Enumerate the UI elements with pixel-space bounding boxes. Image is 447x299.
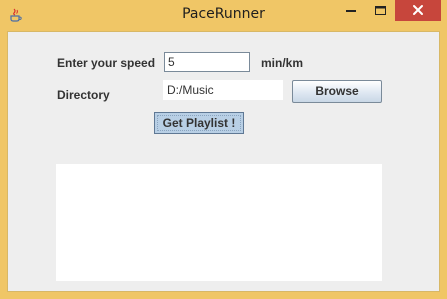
close-button[interactable] <box>395 0 441 21</box>
get-playlist-button[interactable]: Get Playlist ! <box>154 112 244 134</box>
minimize-icon <box>346 10 356 12</box>
browse-button[interactable]: Browse <box>292 80 382 103</box>
app-window: PaceRunner Enter your speed 5 min/km Dir… <box>0 0 447 299</box>
speed-unit-label: min/km <box>261 56 304 70</box>
directory-input[interactable]: D:/Music <box>163 80 283 100</box>
close-icon <box>413 5 423 15</box>
maximize-button[interactable] <box>366 0 395 21</box>
speed-label: Enter your speed <box>57 56 156 70</box>
maximize-icon <box>375 6 386 15</box>
title-bar[interactable]: PaceRunner <box>0 0 447 31</box>
minimize-button[interactable] <box>336 0 366 21</box>
directory-label: Directory <box>57 88 110 102</box>
speed-input[interactable]: 5 <box>164 52 250 72</box>
content-panel: Enter your speed 5 min/km Directory D:/M… <box>7 31 440 292</box>
get-playlist-label: Get Playlist ! <box>162 116 236 130</box>
playlist-output-area[interactable] <box>56 164 382 281</box>
